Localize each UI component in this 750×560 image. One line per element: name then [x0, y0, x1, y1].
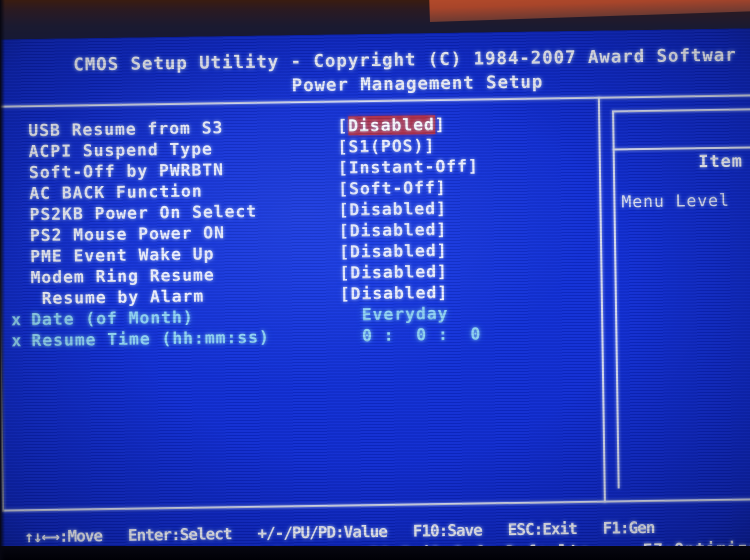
option-label: Resume Time (hh:mm:ss) [31, 327, 270, 351]
option-label: Soft-Off by PWRBTN [28, 160, 225, 183]
option-label: USB Resume from S3 [28, 118, 224, 141]
monitor-photo: CMOS Setup Utility - Copyright (C) 1984-… [0, 0, 750, 560]
option-value[interactable]: [Disabled] [338, 198, 447, 221]
option-value[interactable]: [S1(POS)] [337, 135, 435, 157]
option-value[interactable]: Everyday [340, 303, 449, 326]
option-label: Resume by Alarm [30, 286, 205, 309]
selected-value-highlight[interactable]: Disabled [347, 115, 435, 136]
option-value[interactable]: [Disabled] [339, 261, 448, 284]
option-disabled-marker: x [10, 310, 23, 330]
option-label: ACPI Suspend Type [28, 139, 213, 162]
option-label: Modem Ring Resume [30, 265, 215, 288]
monitor-bezel-bottom [0, 546, 750, 560]
help-panel-top-border [612, 108, 750, 113]
help-panel-left-border [612, 110, 620, 489]
option-label: PME Event Wake Up [30, 244, 215, 267]
bios-setup-utility: CMOS Setup Utility - Copyright (C) 1984-… [0, 28, 750, 560]
option-value[interactable]: [Disabled] [339, 240, 448, 263]
option-value[interactable]: [Soft-Off] [338, 177, 447, 200]
option-value[interactable]: [Instant-Off] [338, 155, 479, 178]
panel-divider [597, 96, 606, 503]
option-disabled-marker: x [11, 331, 23, 351]
crt-screen: CMOS Setup Utility - Copyright (C) 1984-… [0, 28, 750, 560]
option-value[interactable]: [Disabled] [340, 282, 449, 305]
main-box-top-border [0, 94, 750, 108]
menu-level-label: Menu Level [621, 190, 730, 212]
page-title: CMOS Setup Utility - Copyright (C) 1984-… [73, 45, 737, 76]
option-label: Date (of Month) [30, 307, 194, 330]
main-box-bottom-border [1, 498, 750, 512]
option-value[interactable]: 0 : 0 : 0 [340, 323, 481, 346]
item-help-header: Item [698, 151, 743, 173]
monitor-bezel-left [0, 0, 5, 560]
option-value[interactable]: [Disabled] [339, 219, 448, 242]
option-label: PS2 Mouse Power ON [29, 223, 226, 246]
option-value[interactable]: [Disabled] [337, 114, 446, 137]
option-label: AC BACK Function [29, 181, 203, 204]
help-panel-header-separator [612, 146, 750, 151]
page-subtitle: Power Management Setup [291, 72, 544, 97]
